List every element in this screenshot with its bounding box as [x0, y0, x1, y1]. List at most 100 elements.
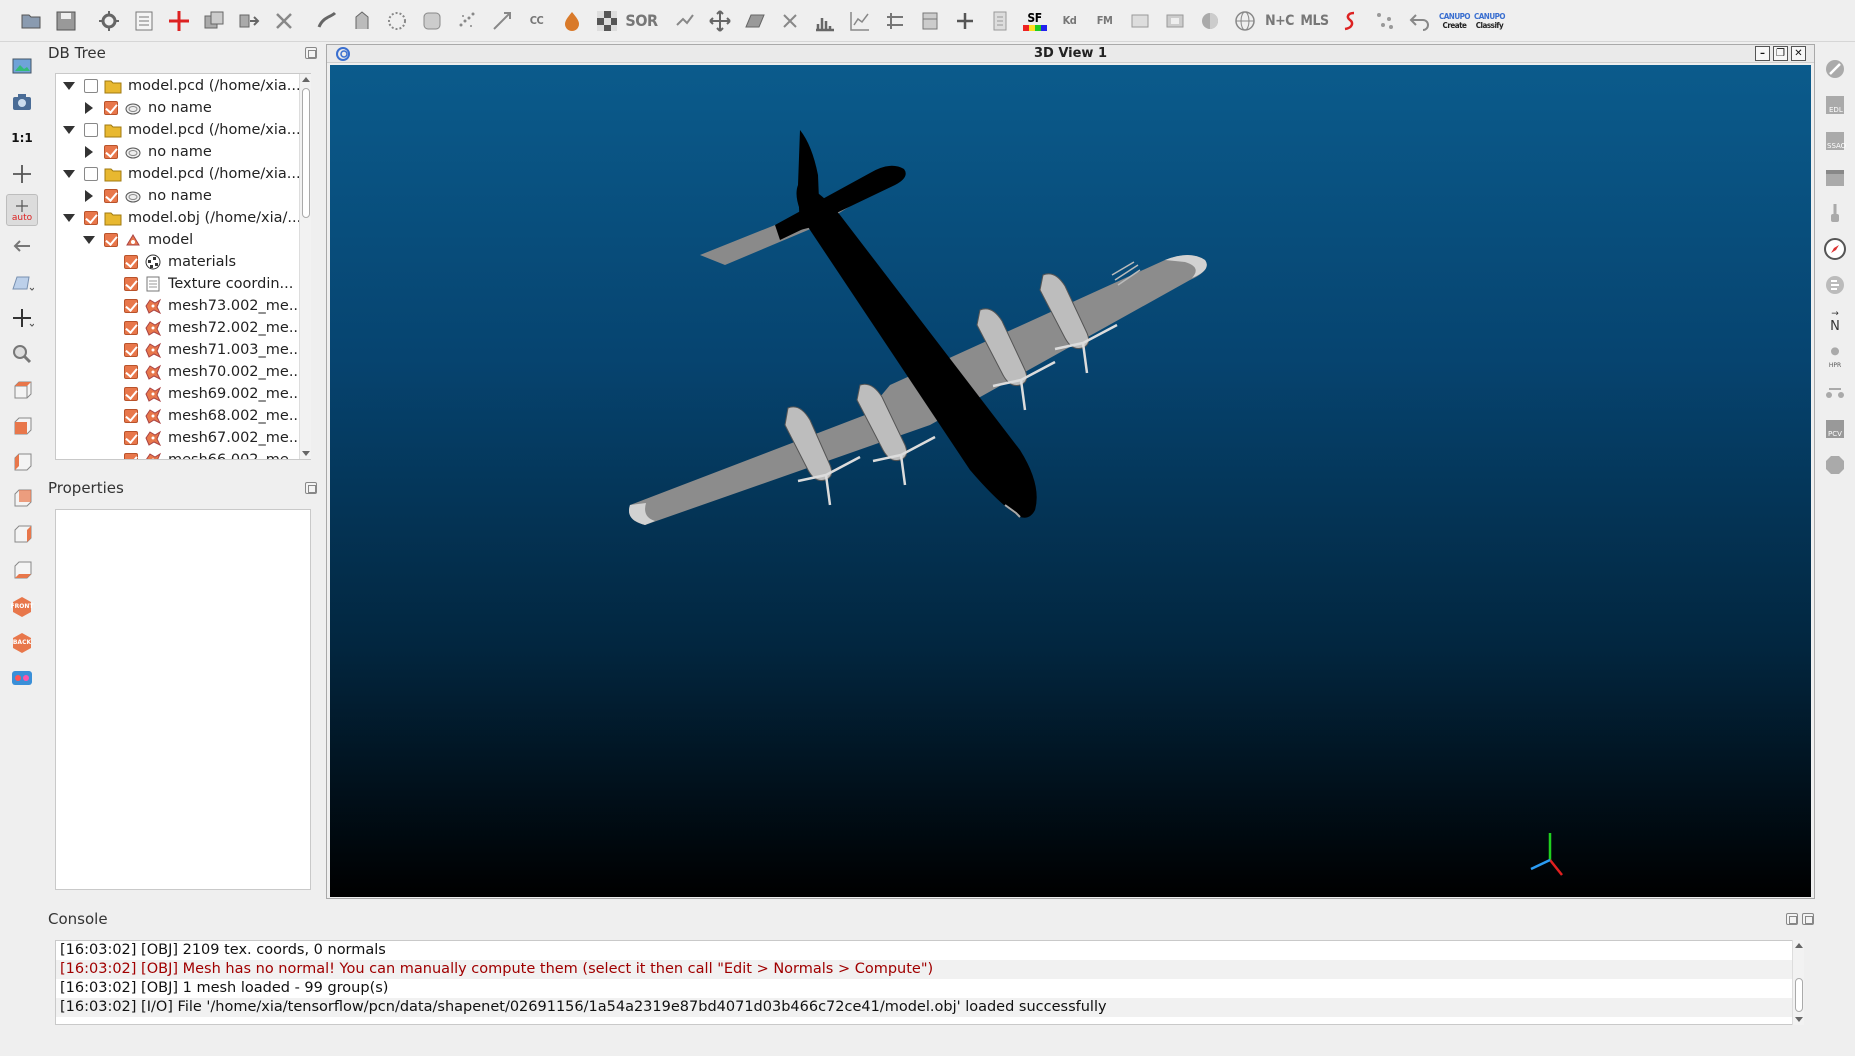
graph-icon[interactable] [843, 5, 876, 37]
collapse-arrow-icon[interactable] [62, 123, 76, 137]
tree-item[interactable]: no name [82, 97, 310, 119]
console-float-button[interactable] [1786, 913, 1798, 925]
visibility-checkbox[interactable] [84, 79, 98, 93]
pcv-icon[interactable]: PCV [1820, 414, 1850, 444]
visibility-checkbox[interactable] [104, 233, 118, 247]
expand-arrow-icon[interactable] [82, 189, 96, 203]
noise-icon[interactable] [450, 5, 483, 37]
visibility-checkbox[interactable] [124, 387, 138, 401]
plus-icon[interactable] [948, 5, 981, 37]
visibility-checkbox[interactable] [84, 123, 98, 137]
pivot-icon[interactable] [6, 158, 38, 190]
visibility-checkbox[interactable] [124, 409, 138, 423]
visibility-checkbox[interactable] [84, 167, 98, 181]
m3c2-icon[interactable] [1820, 378, 1850, 408]
scroll-up-arrow[interactable] [1795, 943, 1803, 948]
hpr-icon[interactable]: HPR [1820, 342, 1850, 372]
clapper-icon[interactable] [1820, 162, 1850, 192]
visibility-checkbox[interactable] [124, 321, 138, 335]
sphere-icon[interactable] [1193, 5, 1226, 37]
box2-icon[interactable] [1158, 5, 1191, 37]
screenshot-icon[interactable] [6, 50, 38, 82]
tree-item[interactable]: model [82, 229, 310, 251]
color-icon[interactable] [555, 5, 588, 37]
brush-icon[interactable] [1820, 198, 1850, 228]
compass-icon[interactable] [1820, 234, 1850, 264]
minimize-button[interactable]: – [1755, 46, 1770, 61]
tree-item[interactable]: model.pcd (/home/xia... [62, 75, 302, 97]
cc-text-icon[interactable]: CC [520, 5, 553, 37]
tree-item[interactable]: mesh67.002_me... [102, 427, 310, 449]
volume-icon[interactable] [913, 5, 946, 37]
edl-icon[interactable]: EDL [1820, 90, 1850, 120]
tree-item[interactable]: model.pcd (/home/xia... [62, 119, 302, 141]
expand-arrow-icon[interactable] [82, 101, 96, 115]
undo-icon[interactable] [1403, 5, 1436, 37]
right-view-icon[interactable] [6, 518, 38, 550]
db-tree-float-button[interactable] [305, 47, 317, 59]
visibility-checkbox[interactable] [124, 431, 138, 445]
canupo-create-icon[interactable]: CANUPO Create [1438, 5, 1471, 37]
fm-text-icon[interactable]: FM [1088, 5, 1121, 37]
delete-icon[interactable] [267, 5, 300, 37]
collapse-arrow-icon[interactable] [82, 233, 96, 247]
tree-item[interactable]: no name [82, 141, 310, 163]
poisson-icon[interactable] [1820, 450, 1850, 480]
top-view-icon[interactable] [6, 374, 38, 406]
translate-icon[interactable] [668, 5, 701, 37]
save-icon[interactable] [49, 5, 82, 37]
properties-float-button[interactable] [305, 482, 317, 494]
crop-icon[interactable] [345, 5, 378, 37]
box-icon[interactable] [1123, 5, 1156, 37]
scroll-thumb[interactable] [302, 88, 310, 218]
bottom-view-icon[interactable] [6, 554, 38, 586]
rotate-axis-icon[interactable] [6, 230, 38, 262]
zoom-1-1-button[interactable]: 1:1 [6, 122, 38, 154]
open-icon[interactable] [14, 5, 47, 37]
sor-text-icon[interactable]: SOR [625, 5, 658, 37]
visibility-checkbox[interactable] [104, 145, 118, 159]
close-button[interactable]: ✕ [1791, 46, 1806, 61]
camera-icon[interactable] [6, 86, 38, 118]
expand-arrow-icon[interactable] [82, 145, 96, 159]
tree-item[interactable]: mesh69.002_me... [102, 383, 310, 405]
scroll-down-arrow[interactable] [302, 451, 310, 456]
settings-icon[interactable] [92, 5, 125, 37]
merge-icon[interactable] [232, 5, 265, 37]
db-tree[interactable]: model.pcd (/home/xia... no name model.pcd … [55, 73, 311, 460]
cloud-layers-icon[interactable] [1820, 270, 1850, 300]
iso-front-icon[interactable]: FRONT [6, 590, 38, 622]
north-icon[interactable]: → N [1820, 306, 1850, 336]
scroll-up-arrow[interactable] [302, 77, 310, 82]
db-tree-scrollbar[interactable] [299, 74, 311, 459]
tree-item[interactable]: mesh72.002_me... [102, 317, 310, 339]
collapse-arrow-icon[interactable] [62, 211, 76, 225]
tree-item[interactable]: model.pcd (/home/xia... [62, 163, 302, 185]
iso-back-icon[interactable]: BACK [6, 626, 38, 658]
registration-icon[interactable] [485, 5, 518, 37]
front-view-icon[interactable] [6, 410, 38, 442]
collapse-arrow-icon[interactable] [62, 167, 76, 181]
list-icon[interactable] [127, 5, 160, 37]
cancel-circle-icon[interactable] [1820, 54, 1850, 84]
console-log[interactable]: [16:03:02] [OBJ] 2109 tex. coords, 0 nor… [55, 940, 1794, 1025]
left-view-icon[interactable] [6, 446, 38, 478]
globe-icon[interactable] [1228, 5, 1261, 37]
segment-icon[interactable] [310, 5, 343, 37]
pick-point-icon[interactable] [162, 5, 195, 37]
properties-panel[interactable] [55, 509, 311, 890]
mls-text-icon[interactable]: MLS [1298, 5, 1331, 37]
3d-viewport[interactable] [330, 65, 1811, 897]
scroll-thumb[interactable] [1795, 978, 1803, 1012]
stereo-icon[interactable] [6, 662, 38, 694]
visibility-checkbox[interactable] [124, 365, 138, 379]
ssao-icon[interactable]: SSAO [1820, 126, 1850, 156]
scatter-icon[interactable] [1368, 5, 1401, 37]
distance-icon[interactable] [878, 5, 911, 37]
kd-text-icon[interactable]: Kd [1053, 5, 1086, 37]
tree-item[interactable]: no name [82, 185, 310, 207]
visibility-checkbox[interactable] [124, 343, 138, 357]
restore-button[interactable]: ❐ [1773, 46, 1788, 61]
tree-item[interactable]: model.obj (/home/xia/... [62, 207, 302, 229]
sf-text-icon[interactable]: SF [1018, 5, 1051, 37]
